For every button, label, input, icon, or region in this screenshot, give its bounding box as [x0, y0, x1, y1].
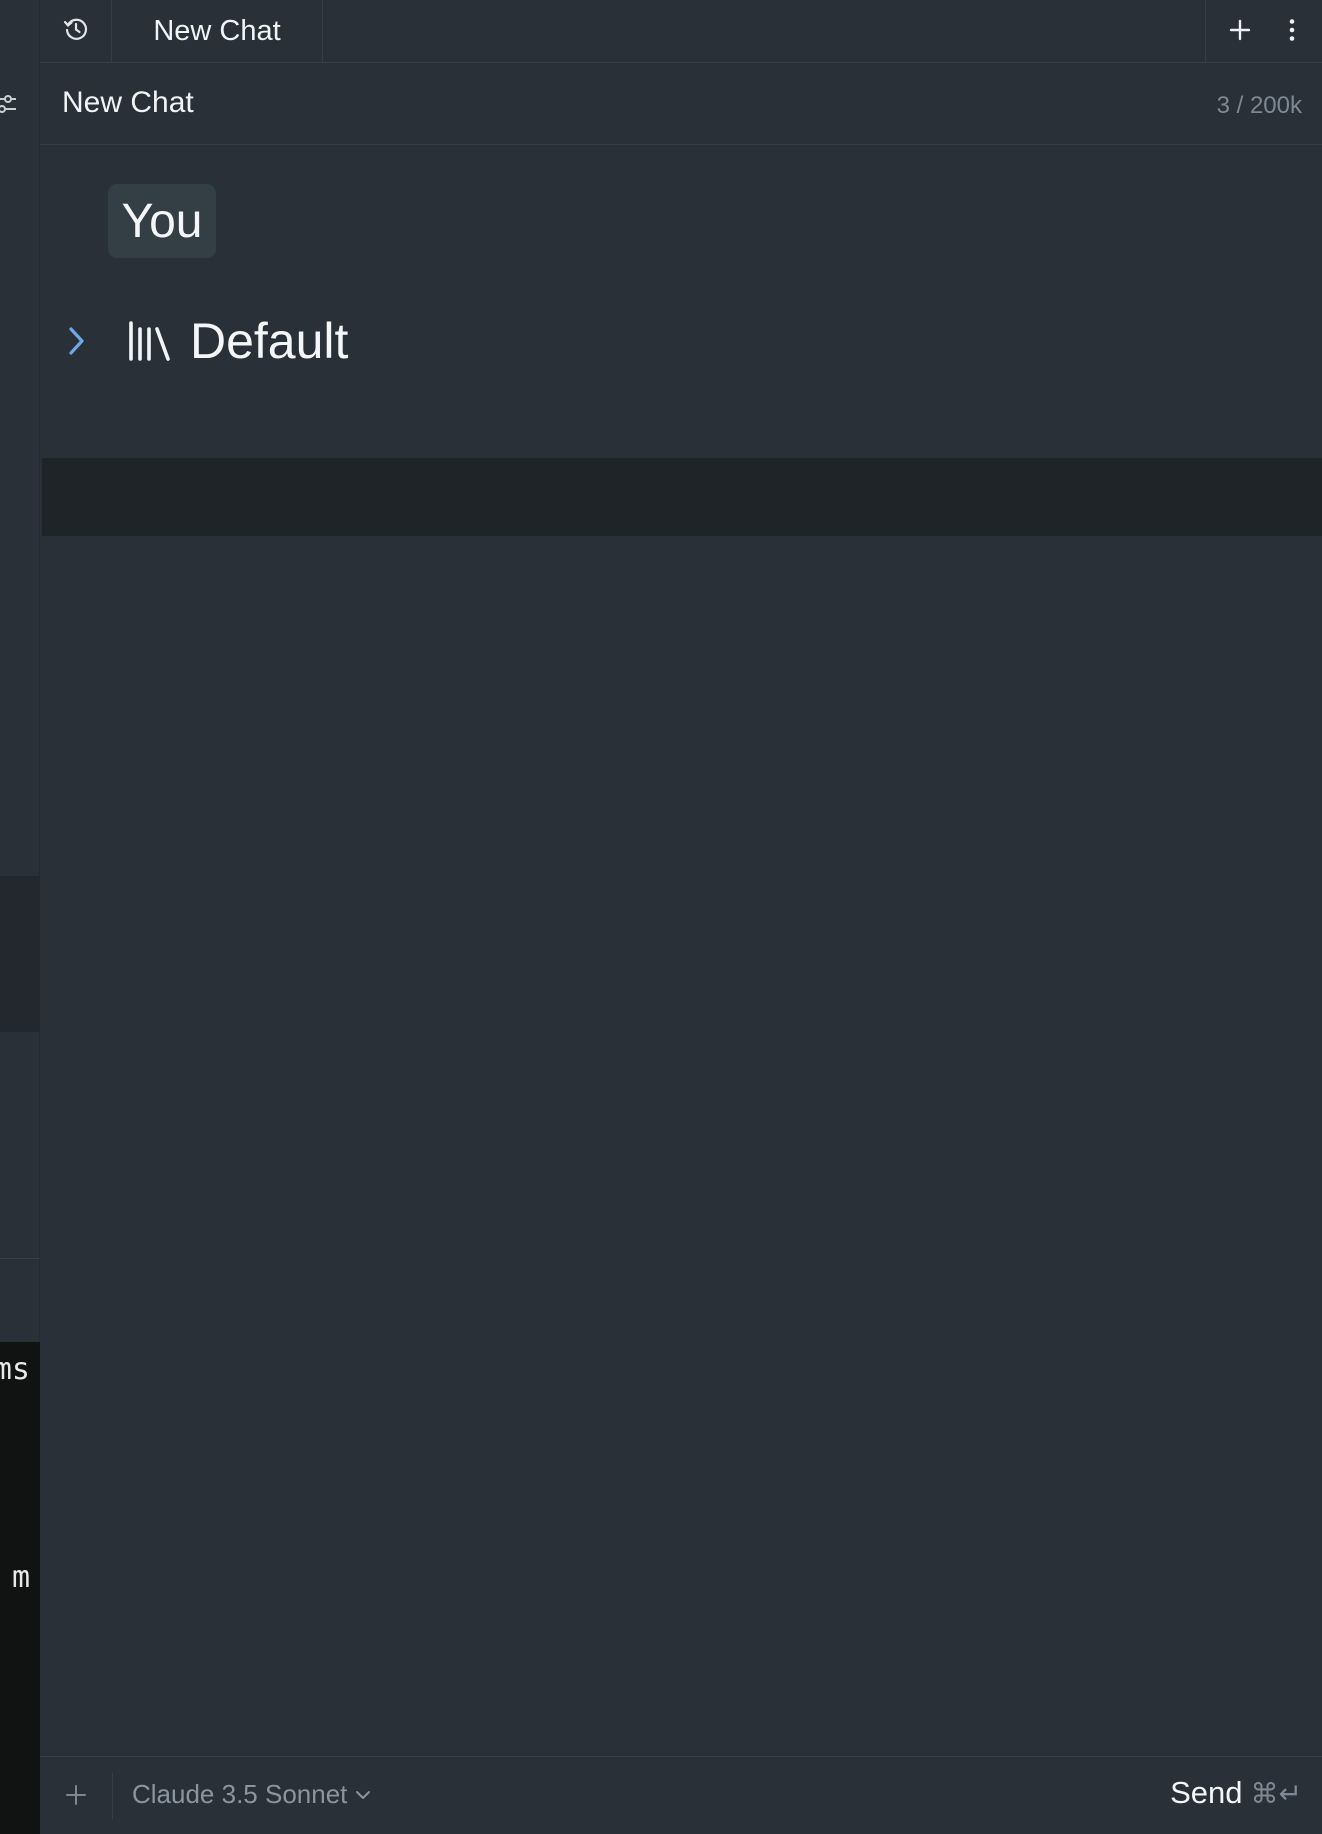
terminal-text: ms	[0, 1352, 30, 1387]
history-button[interactable]	[40, 0, 112, 63]
context-default-row[interactable]: Default	[60, 308, 348, 374]
tab-actions	[1205, 0, 1322, 63]
model-selector[interactable]: Claude 3.5 Sonnet	[132, 1779, 373, 1810]
send-label: Send	[1170, 1775, 1243, 1810]
add-context-button[interactable]	[56, 1777, 96, 1817]
chevron-down-icon	[355, 1786, 373, 1804]
new-chat-button[interactable]	[1220, 12, 1260, 52]
terminal-pane[interactable]: ms m	[0, 1342, 40, 1834]
plus-icon	[1228, 18, 1252, 47]
divider	[112, 1773, 113, 1819]
model-name: Claude 3.5 Sonnet	[132, 1779, 348, 1809]
tab-bar: New Chat	[40, 0, 1322, 63]
message-input[interactable]	[42, 458, 1322, 536]
more-vertical-icon	[1288, 18, 1296, 47]
tab-new-chat[interactable]: New Chat	[112, 0, 323, 63]
plus-icon	[65, 1784, 87, 1811]
token-count: 3 / 200k	[1216, 92, 1302, 119]
history-icon	[63, 16, 89, 47]
terminal-text: m	[11, 1560, 30, 1595]
user-role-badge: You	[108, 184, 216, 258]
library-icon	[126, 318, 174, 364]
send-button[interactable]: Send ⌘↵	[1170, 1775, 1302, 1811]
more-options-button[interactable]	[1272, 12, 1312, 52]
context-default-label: Default	[190, 313, 349, 369]
chat-title[interactable]: New Chat	[62, 86, 194, 120]
left-panel-edge: ms m	[0, 0, 40, 1834]
chevron-right-icon[interactable]	[60, 321, 92, 361]
send-shortcut: ⌘↵	[1250, 1776, 1302, 1810]
sliders-icon[interactable]	[0, 92, 18, 116]
divider	[0, 1258, 40, 1259]
panel-block	[0, 876, 40, 1032]
composer-footer: Claude 3.5 Sonnet Send ⌘↵	[40, 1756, 1322, 1834]
chat-header: New Chat 3 / 200k	[40, 64, 1322, 145]
